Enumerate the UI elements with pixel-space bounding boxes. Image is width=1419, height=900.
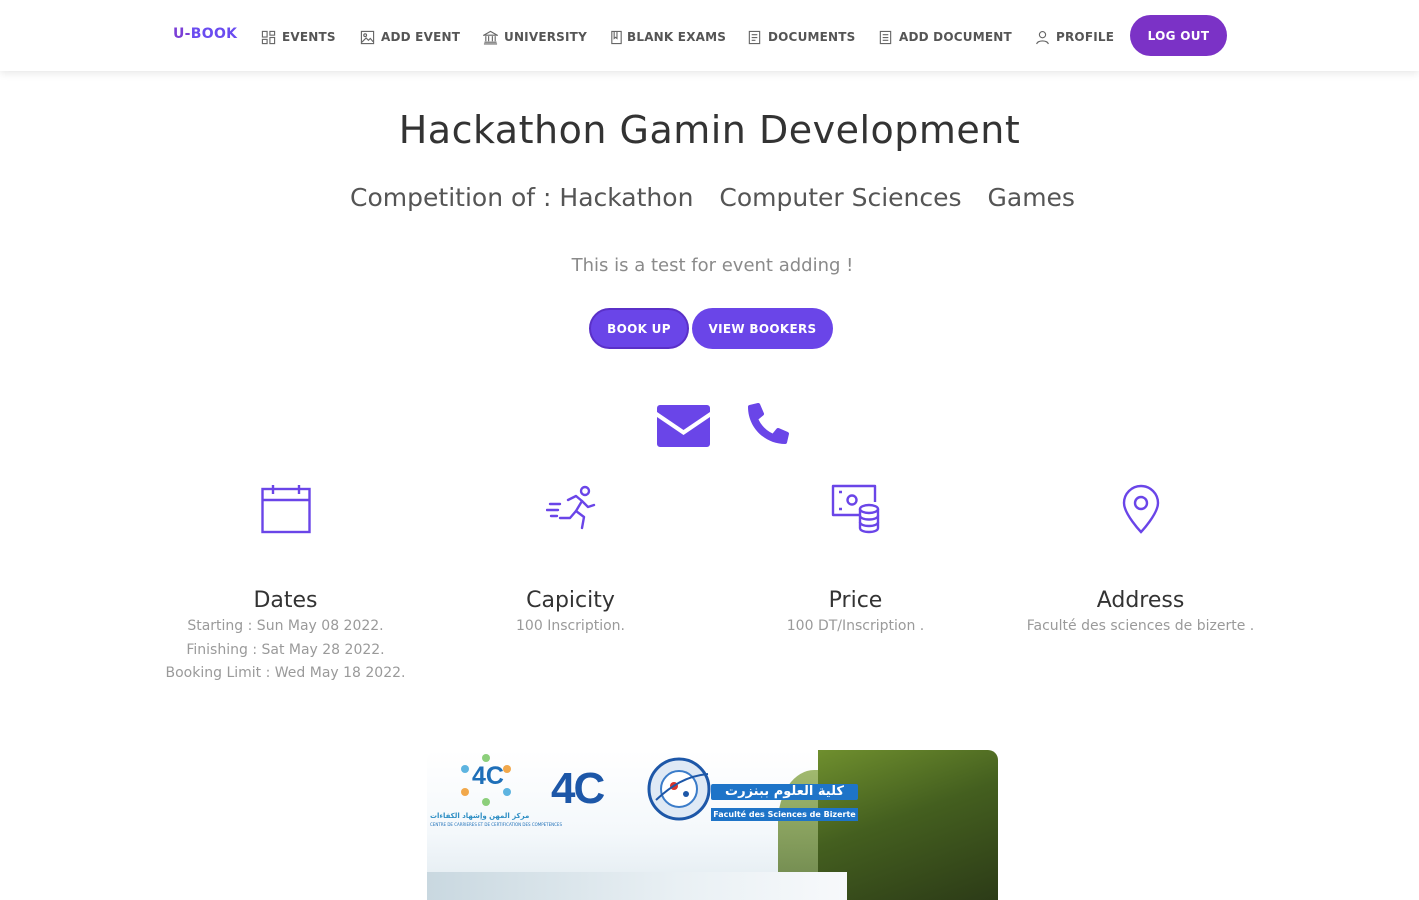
faculty-name-ar: كلية العلوم ببنزرت (711, 784, 858, 800)
document-add-icon (879, 30, 892, 44)
user-icon (1036, 30, 1049, 44)
event-title: Hackathon Gamin Development (398, 108, 1021, 152)
phone-icon[interactable] (748, 403, 789, 444)
document-icon (748, 30, 761, 44)
grid-icon (261, 30, 276, 44)
center-logo-text: 4C (472, 762, 504, 790)
feature-title: Dates (253, 588, 318, 613)
nav-label: ADD DOCUMENT (899, 30, 1012, 44)
brand-logo[interactable]: U-BOOK (173, 26, 237, 42)
event-categories: Competition of : Hackathon Computer Scie… (0, 183, 1419, 212)
nav-label: PROFILE (1056, 30, 1115, 44)
nav-label: EVENTS (282, 30, 336, 44)
building-ground (427, 872, 847, 900)
nav-item-university[interactable]: UNIVERSITY (483, 28, 587, 46)
nav-label: ADD EVENT (381, 30, 461, 44)
tag-computer-sciences: Computer Sciences (719, 183, 962, 212)
money-coins-icon (831, 484, 879, 534)
nav-label: BLANK EXAMS (627, 30, 727, 44)
competition-label: Competition of : Hackathon (350, 183, 693, 212)
running-person-icon (545, 485, 595, 530)
faculty-emblem-icon (647, 757, 711, 821)
faculty-name-en: Faculté des Sciences de Bizerte (711, 808, 858, 821)
logout-button[interactable]: LOG OUT (1130, 15, 1227, 56)
feature-title: Capicity (526, 588, 615, 613)
event-description: This is a test for event adding ! (571, 255, 854, 276)
feature-price: Price 100 DT/Inscription . (713, 484, 998, 638)
nav-item-add-event[interactable]: ADD EVENT (360, 28, 460, 46)
start-date: Starting : Sun May 08 2022. (187, 618, 384, 634)
feature-address: Address Faculté des sciences de bizerte … (998, 484, 1283, 638)
capacity-value: 100 Inscription. (516, 618, 625, 634)
nav-item-profile[interactable]: PROFILE (1035, 28, 1114, 46)
center-caption-ar: مركز المهن وإشهاد الكفاءات (430, 812, 530, 820)
brand-prefix: U- (173, 26, 191, 42)
competition-prefix: Competition of : (350, 183, 552, 212)
top-navbar: U-BOOK EVENTS ADD EVENT UNIVERSITY BLANK… (0, 0, 1419, 71)
second-4c-logo: 4C (551, 764, 605, 813)
image-icon (360, 30, 375, 44)
tag-hackathon: Hackathon (559, 183, 694, 212)
nav-item-documents[interactable]: DOCUMENTS (747, 28, 856, 46)
address-value: Faculté des sciences de bizerte . (1026, 618, 1255, 634)
finish-date: Finishing : Sat May 28 2022. (186, 641, 385, 658)
calendar-icon (260, 485, 311, 534)
nav-label: DOCUMENTS (768, 30, 856, 44)
envelope-icon[interactable] (657, 405, 710, 447)
book-icon (611, 30, 622, 44)
book-up-button[interactable]: BOOK UP (589, 308, 689, 349)
nav-item-blank-exams[interactable]: BLANK EXAMS (609, 28, 726, 46)
feature-title: Price (828, 588, 883, 613)
price-value: 100 DT/Inscription . (786, 618, 925, 634)
feature-dates: Dates Starting : Sun May 08 2022. Finish… (143, 484, 428, 685)
feature-capacity: Capicity 100 Inscription. (428, 484, 713, 638)
brand-suffix: BOOK (190, 26, 238, 42)
bank-icon (483, 30, 498, 44)
tag-games: Games (987, 183, 1075, 212)
feature-title: Address (1096, 588, 1185, 613)
view-bookers-button[interactable]: VIEW BOOKERS (692, 308, 833, 349)
map-pin-icon (1122, 484, 1159, 534)
center-caption-fr: CENTRE DE CARRIERES ET DE CERTIFICATION … (430, 822, 562, 827)
nav-item-add-document[interactable]: ADD DOCUMENT (878, 28, 1012, 46)
event-image: 4C مركز المهن وإشهاد الكفاءات CENTRE DE … (427, 750, 998, 900)
booking-limit-date: Booking Limit : Wed May 18 2022. (165, 665, 406, 681)
nav-item-events[interactable]: EVENTS (261, 28, 336, 46)
nav-label: UNIVERSITY (504, 30, 587, 44)
